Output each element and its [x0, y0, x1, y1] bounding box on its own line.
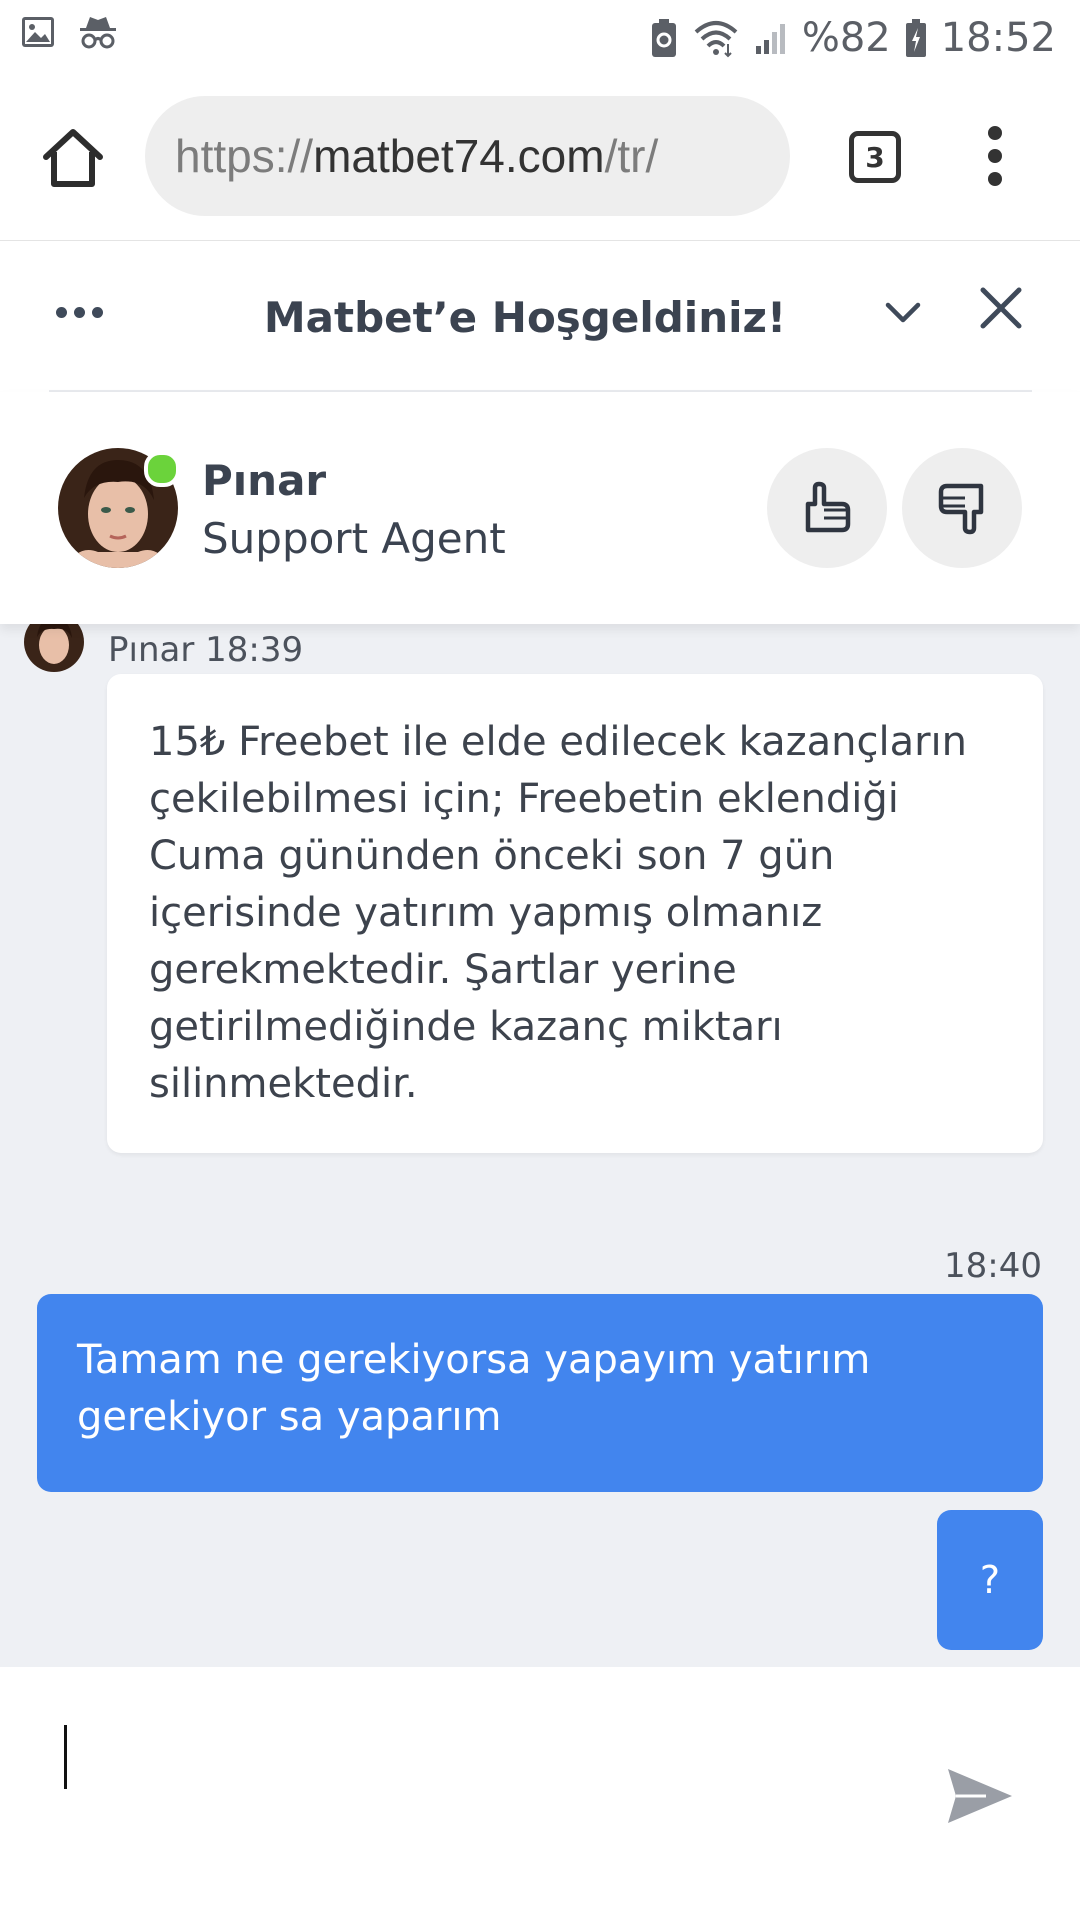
address-bar[interactable]: https://matbet74.com/tr/	[145, 96, 790, 216]
status-bar: %82 18:52	[0, 0, 1080, 76]
close-icon[interactable]	[978, 285, 1024, 335]
incognito-icon	[78, 14, 118, 50]
send-icon	[948, 1769, 1012, 1823]
user-message-bubble: Tamam ne gerekiyorsa yapayım yatırım ger…	[37, 1294, 1043, 1492]
recycle-icon	[650, 18, 678, 58]
browser-toolbar: https://matbet74.com/tr/ 3	[0, 76, 1080, 241]
chat-header: Matbet’e Hoşgeldiniz!	[0, 241, 1080, 391]
image-icon	[20, 14, 56, 50]
message-sender-time: Pınar 18:39	[108, 630, 304, 670]
clock: 18:52	[940, 15, 1056, 61]
url-path: /tr/	[604, 130, 659, 182]
agent-message-bubble: 15₺ Freebet ile elde edilecek kazançları…	[107, 674, 1043, 1153]
signal-icon	[754, 20, 788, 56]
message-agent-avatar	[24, 624, 84, 672]
overflow-menu-button[interactable]	[980, 126, 1010, 192]
text-cursor	[64, 1725, 67, 1789]
url-host: matbet74.com	[313, 130, 605, 182]
agent-role: Support Agent	[202, 514, 506, 563]
battery-icon	[905, 18, 927, 58]
agent-name: Pınar	[202, 456, 327, 505]
thumbs-down-icon	[938, 483, 984, 535]
thumbs-up-button[interactable]	[767, 448, 887, 568]
thumbs-up-icon	[805, 481, 851, 533]
thumbs-down-button[interactable]	[902, 448, 1022, 568]
agent-info-bar: Pınar Support Agent	[0, 392, 1080, 624]
battery-percent: %82	[801, 15, 891, 61]
send-button[interactable]	[946, 1767, 1014, 1829]
home-button[interactable]	[38, 124, 108, 194]
tab-switcher-button[interactable]: 3	[849, 131, 901, 183]
message-composer[interactable]	[0, 1667, 1080, 1920]
url-scheme: https://	[175, 130, 314, 182]
user-message-bubble: ?	[937, 1510, 1043, 1650]
message-time: 18:40	[944, 1246, 1042, 1286]
home-icon	[43, 129, 103, 187]
wifi-icon	[692, 18, 740, 58]
minimize-chevron-down-icon[interactable]	[885, 301, 921, 329]
chat-messages-area[interactable]: Pınar 18:39 15₺ Freebet ile elde edilece…	[0, 624, 1080, 1667]
online-status-dot	[144, 451, 180, 487]
